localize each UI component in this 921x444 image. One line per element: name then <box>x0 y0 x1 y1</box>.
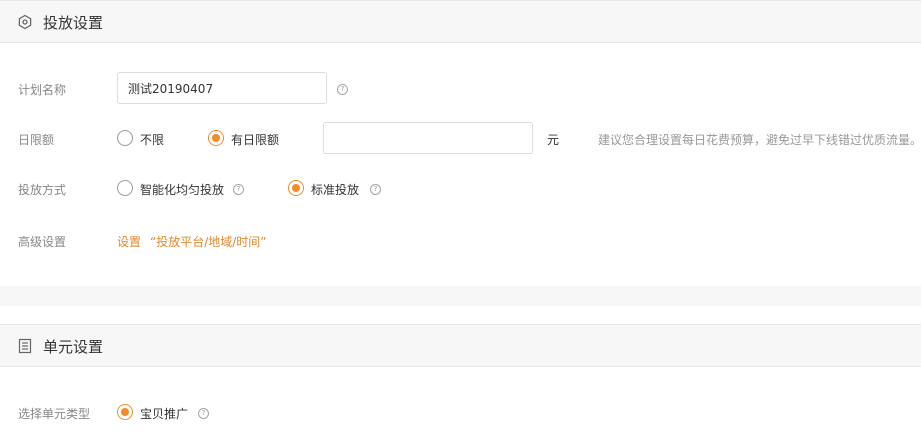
delivery-settings-title: 投放设置 <box>43 14 104 32</box>
daily-limit-unlimited-radio[interactable] <box>117 130 133 146</box>
unit-settings-title: 单元设置 <box>43 338 104 356</box>
delivery-method-standard-label[interactable]: 标准投放 <box>311 181 359 198</box>
unit-type-label: 选择单元类型 <box>18 407 91 421</box>
advanced-settings-label: 高级设置 <box>18 235 67 249</box>
delivery-method-smart-help-icon[interactable]: ? <box>233 184 244 195</box>
delivery-method-standard-radio[interactable] <box>288 180 304 196</box>
unit-settings-header: 单元设置 <box>0 324 921 367</box>
plan-name-help-icon[interactable]: ? <box>337 84 348 95</box>
unit-type-item-promo-label[interactable]: 宝贝推广 <box>140 405 188 422</box>
daily-limit-unit: 元 <box>547 133 560 147</box>
daily-limit-label: 日限额 <box>18 133 55 147</box>
document-list-icon <box>18 338 32 354</box>
unit-type-help-icon[interactable]: ? <box>198 408 209 419</box>
delivery-method-smart-radio[interactable] <box>117 180 133 196</box>
advanced-settings-link[interactable]: 设置 <box>117 233 141 250</box>
daily-limit-limited-radio[interactable] <box>208 130 224 146</box>
section-divider <box>0 286 921 306</box>
daily-limit-limited-label[interactable]: 有日限额 <box>231 131 279 148</box>
delivery-method-standard-help-icon[interactable]: ? <box>370 184 381 195</box>
hexagon-settings-icon <box>18 14 32 30</box>
daily-limit-unlimited-label[interactable]: 不限 <box>140 131 164 148</box>
daily-limit-amount-input[interactable] <box>323 122 533 154</box>
advanced-settings-detail-link[interactable]: “投放平台/地域/时间” <box>150 233 267 250</box>
delivery-method-smart-label[interactable]: 智能化均匀投放 <box>140 181 224 198</box>
daily-limit-hint: 建议您合理设置每日花费预算，避免过早下线错过优质流量。 <box>598 133 921 147</box>
delivery-settings-header: 投放设置 <box>0 0 921 43</box>
unit-type-item-promo-radio[interactable] <box>117 404 133 420</box>
plan-name-label: 计划名称 <box>18 83 67 97</box>
plan-name-input[interactable] <box>117 72 327 104</box>
delivery-method-label: 投放方式 <box>18 183 67 197</box>
